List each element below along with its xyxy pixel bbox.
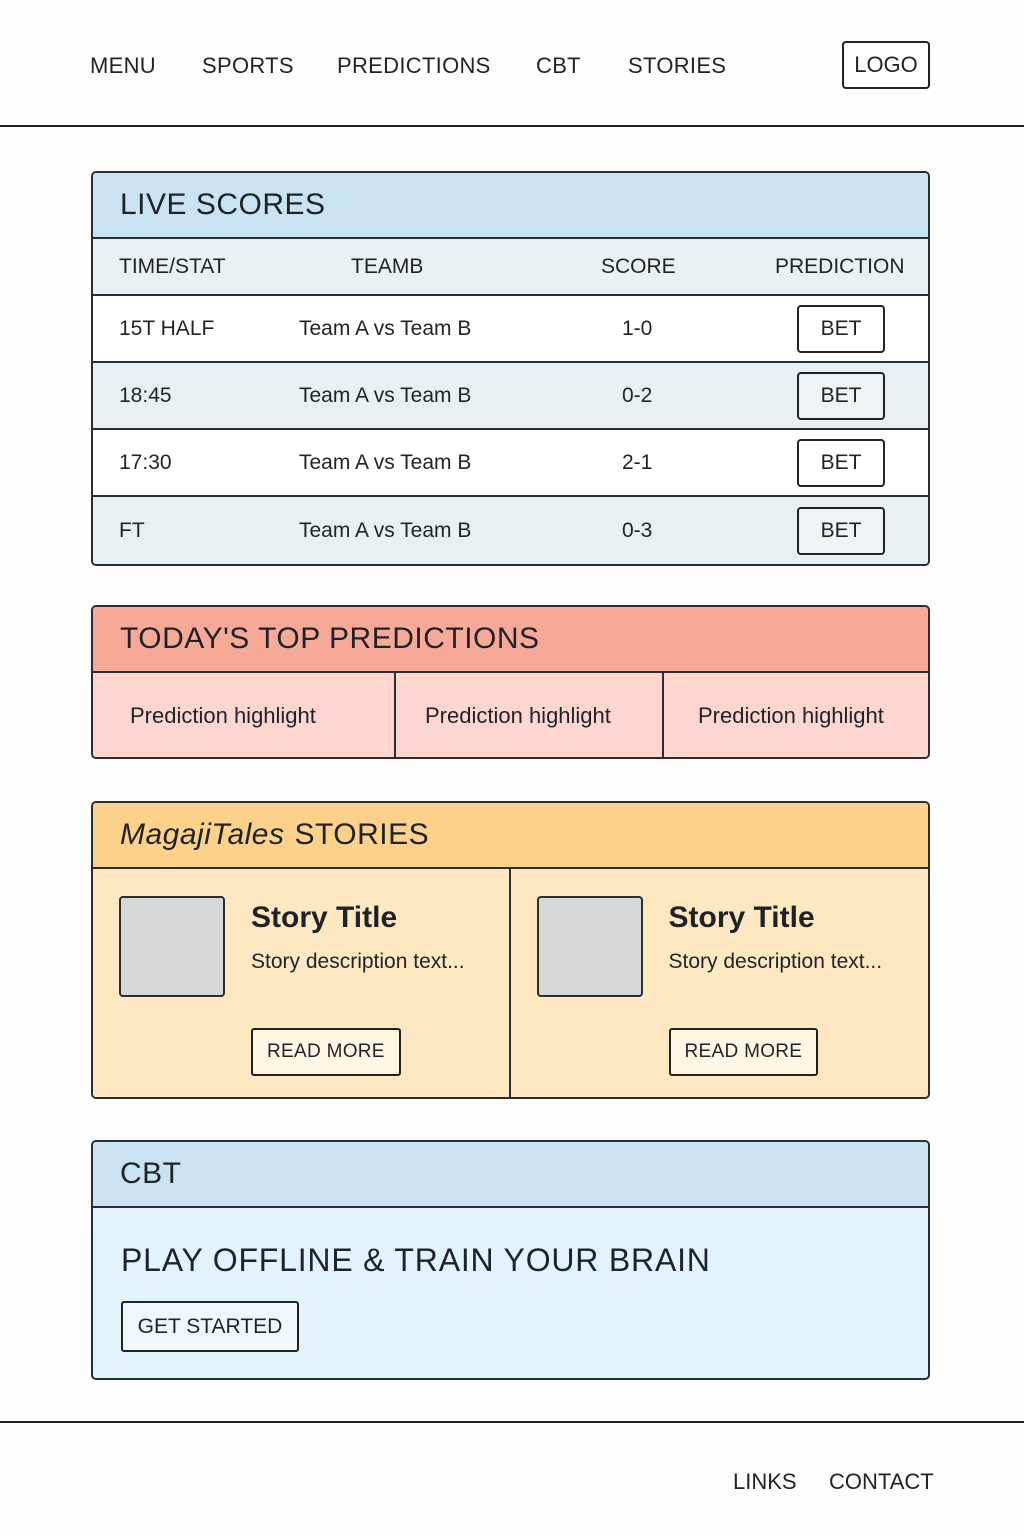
match-teams: Team A vs Team B — [299, 383, 472, 407]
match-teams: Team A vs Team B — [299, 518, 472, 542]
column-header-score: SCORE — [601, 254, 676, 278]
match-score: 0-3 — [622, 518, 653, 542]
table-row: 18:45 Team A vs Team B 0-2 BET — [93, 363, 928, 430]
stories-section: MagajiTales STORIES Story Title Story de… — [91, 801, 930, 1099]
top-nav: MENU SPORTS PREDICTIONS CBT STORIES LOGO — [0, 0, 1024, 127]
bet-button[interactable]: BET — [797, 438, 885, 487]
stories-title: MagajiTales STORIES — [93, 803, 928, 869]
match-time: 18:45 — [119, 383, 172, 407]
page: MENU SPORTS PREDICTIONS CBT STORIES LOGO… — [0, 0, 1024, 1536]
stories-heading: STORIES — [294, 818, 430, 851]
read-more-button[interactable]: READ MORE — [251, 1028, 401, 1076]
nav-stories[interactable]: STORIES — [628, 53, 726, 79]
prediction-highlight[interactable]: Prediction highlight — [396, 673, 664, 757]
cbt-tagline: PLAY OFFLINE & TRAIN YOUR BRAIN — [121, 1242, 711, 1278]
footer-contact-link[interactable]: CONTACT — [829, 1469, 934, 1495]
stories-row: Story Title Story description text... RE… — [93, 869, 928, 1097]
nav-menu[interactable]: MENU — [90, 53, 156, 79]
column-header-team: TEAMB — [351, 254, 424, 278]
story-title[interactable]: Story Title — [669, 901, 815, 935]
prediction-highlight-label: Prediction highlight — [698, 703, 884, 728]
live-scores-title: LIVE SCORES — [93, 173, 928, 239]
logo[interactable]: LOGO — [842, 41, 930, 89]
match-score: 0-2 — [622, 383, 653, 407]
footer: LINKS CONTACT — [0, 1421, 1024, 1536]
column-header-prediction: PREDICTION — [775, 254, 905, 278]
nav-cbt[interactable]: CBT — [536, 53, 581, 79]
prediction-highlight-label: Prediction highlight — [425, 703, 611, 728]
story-description: Story description text... — [251, 950, 465, 973]
bet-button[interactable]: BET — [797, 371, 885, 420]
column-header-time: TIME/STAT — [119, 254, 226, 278]
bet-button[interactable]: BET — [797, 304, 885, 353]
table-row: 15T HALF Team A vs Team B 1-0 BET — [93, 296, 928, 363]
top-predictions-title: TODAY'S TOP PREDICTIONS — [93, 607, 928, 673]
get-started-button[interactable]: GET STARTED — [121, 1301, 299, 1352]
prediction-highlight[interactable]: Prediction highlight — [664, 673, 928, 757]
live-scores-section: LIVE SCORES TIME/STAT TEAMB SCORE PREDIC… — [91, 171, 930, 566]
nav-predictions[interactable]: PREDICTIONS — [337, 53, 491, 79]
match-score: 1-0 — [622, 316, 653, 340]
story-thumbnail[interactable] — [119, 896, 225, 997]
match-teams: Team A vs Team B — [299, 450, 472, 474]
footer-links-link[interactable]: LINKS — [733, 1469, 797, 1495]
story-card: Story Title Story description text... RE… — [510, 869, 928, 1097]
read-more-button[interactable]: READ MORE — [668, 1028, 819, 1076]
match-time: FT — [119, 518, 145, 542]
table-row: 17:30 Team A vs Team B 2-1 BET — [93, 430, 928, 497]
prediction-highlight-label: Prediction highlight — [130, 703, 316, 728]
story-description: Story description text... — [668, 950, 883, 973]
stories-brand: MagajiTales — [120, 818, 285, 851]
story-title[interactable]: Story Title — [251, 901, 397, 935]
cbt-title: CBT — [93, 1142, 928, 1208]
story-thumbnail[interactable] — [536, 896, 643, 997]
prediction-highlight[interactable]: Prediction highlight — [93, 673, 396, 757]
bet-button[interactable]: BET — [797, 506, 885, 555]
table-row: FT Team A vs Team B 0-3 BET — [93, 497, 928, 564]
match-teams: Team A vs Team B — [299, 316, 472, 340]
story-card: Story Title Story description text... RE… — [93, 869, 511, 1097]
top-predictions-section: TODAY'S TOP PREDICTIONS Prediction highl… — [91, 605, 930, 759]
match-time: 17:30 — [119, 450, 172, 474]
nav-sports[interactable]: SPORTS — [202, 53, 294, 79]
cbt-section: CBT PLAY OFFLINE & TRAIN YOUR BRAIN GET … — [91, 1140, 930, 1380]
live-scores-header-row: TIME/STAT TEAMB SCORE PREDICTION — [93, 239, 928, 296]
predictions-row: Prediction highlight Prediction highligh… — [93, 673, 928, 757]
match-score: 2-1 — [622, 450, 653, 474]
match-time: 15T HALF — [119, 316, 215, 340]
